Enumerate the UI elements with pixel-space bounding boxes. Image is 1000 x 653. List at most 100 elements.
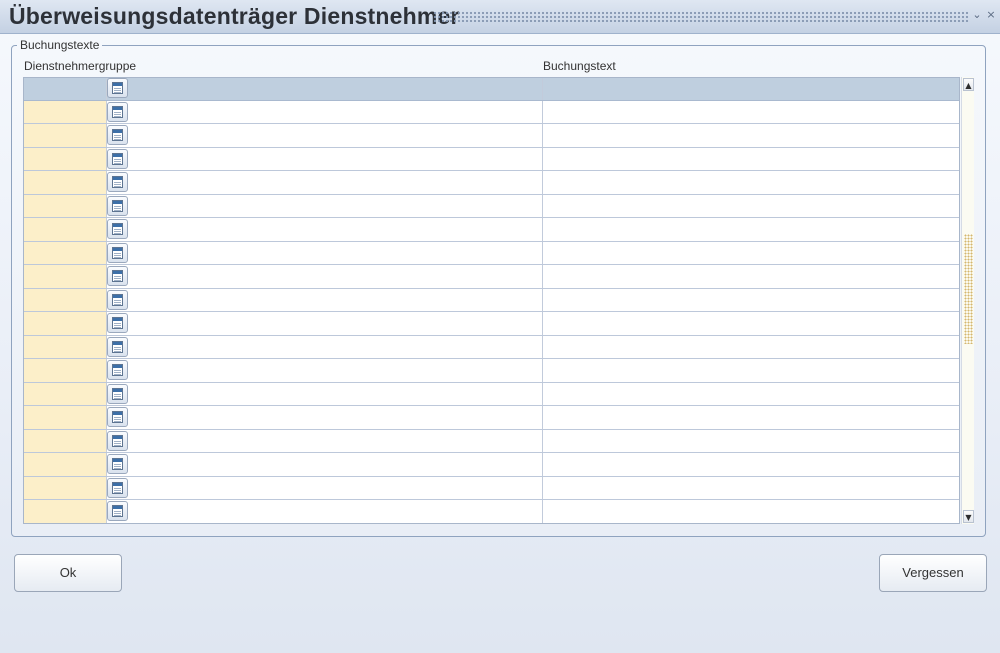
table-row[interactable]	[23, 312, 960, 336]
booking-text-cell[interactable]	[543, 406, 960, 429]
scroll-down-icon[interactable]: ▼	[963, 510, 974, 523]
group-cell[interactable]	[23, 171, 107, 194]
group-description-cell[interactable]	[130, 77, 543, 100]
booking-text-cell[interactable]	[543, 430, 960, 453]
group-cell[interactable]	[23, 288, 107, 311]
group-cell[interactable]	[23, 429, 107, 452]
vergessen-button[interactable]: Vergessen	[879, 554, 987, 592]
group-description-cell[interactable]	[130, 406, 543, 429]
group-cell[interactable]	[23, 359, 107, 382]
title-grip[interactable]	[433, 11, 969, 22]
scroll-up-icon[interactable]: ▲	[963, 78, 974, 91]
booking-text-cell[interactable]	[543, 218, 960, 241]
table-row[interactable]	[23, 265, 960, 289]
group-description-cell[interactable]	[130, 500, 543, 523]
table-row[interactable]	[23, 429, 960, 453]
table-row[interactable]	[23, 171, 960, 195]
list-of-values-button[interactable]	[107, 313, 128, 333]
ok-button[interactable]: Ok	[14, 554, 122, 592]
group-cell[interactable]	[23, 500, 107, 523]
group-cell[interactable]	[23, 335, 107, 358]
list-of-values-button[interactable]	[107, 172, 128, 192]
list-of-values-button[interactable]	[107, 477, 128, 498]
group-cell[interactable]	[23, 77, 107, 100]
vertical-scrollbar[interactable]: ▲ ▼	[961, 77, 974, 524]
minimize-icon[interactable]: ⌄	[972, 9, 982, 21]
group-description-cell[interactable]	[130, 124, 543, 147]
table-row[interactable]	[23, 100, 960, 124]
booking-text-cell[interactable]	[543, 148, 960, 171]
booking-text-cell[interactable]	[543, 312, 960, 335]
list-of-values-button[interactable]	[107, 148, 128, 169]
list-of-values-button[interactable]	[107, 336, 128, 357]
table-row[interactable]	[23, 359, 960, 383]
booking-text-cell[interactable]	[543, 500, 960, 523]
table-row[interactable]	[23, 476, 960, 500]
group-description-cell[interactable]	[130, 288, 543, 311]
table-row[interactable]	[23, 241, 960, 265]
group-description-cell[interactable]	[130, 241, 543, 264]
group-cell[interactable]	[23, 100, 107, 123]
list-of-values-button[interactable]	[107, 101, 128, 122]
table-row[interactable]	[23, 453, 960, 477]
list-of-values-button[interactable]	[107, 242, 128, 263]
group-description-cell[interactable]	[130, 194, 543, 217]
group-description-cell[interactable]	[130, 100, 543, 123]
booking-text-cell[interactable]	[543, 359, 960, 382]
group-cell[interactable]	[23, 453, 107, 476]
group-cell[interactable]	[23, 265, 107, 288]
table-row[interactable]	[23, 335, 960, 359]
booking-text-cell[interactable]	[543, 242, 960, 265]
group-description-cell[interactable]	[130, 359, 543, 382]
list-of-values-button[interactable]	[107, 125, 128, 145]
group-cell[interactable]	[23, 241, 107, 264]
table-row[interactable]	[23, 218, 960, 242]
scrollbar-thumb[interactable]	[964, 234, 973, 344]
list-of-values-button[interactable]	[107, 195, 128, 216]
table-row[interactable]	[23, 194, 960, 218]
table-row[interactable]	[23, 382, 960, 406]
booking-text-cell[interactable]	[543, 77, 960, 100]
table-row[interactable]	[23, 406, 960, 430]
booking-text-cell[interactable]	[543, 336, 960, 359]
list-of-values-button[interactable]	[107, 78, 128, 98]
table-row[interactable]	[23, 77, 960, 101]
list-of-values-button[interactable]	[107, 219, 128, 239]
table-row[interactable]	[23, 147, 960, 171]
group-cell[interactable]	[23, 476, 107, 499]
group-description-cell[interactable]	[130, 171, 543, 194]
table-row[interactable]	[23, 124, 960, 148]
booking-text-cell[interactable]	[543, 453, 960, 476]
group-cell[interactable]	[23, 124, 107, 147]
group-cell[interactable]	[23, 406, 107, 429]
group-description-cell[interactable]	[130, 312, 543, 335]
group-description-cell[interactable]	[130, 335, 543, 358]
group-description-cell[interactable]	[130, 453, 543, 476]
list-of-values-button[interactable]	[107, 501, 128, 521]
list-of-values-button[interactable]	[107, 383, 128, 404]
list-of-values-button[interactable]	[107, 360, 128, 380]
booking-text-cell[interactable]	[543, 171, 960, 194]
booking-text-cell[interactable]	[543, 477, 960, 500]
group-cell[interactable]	[23, 194, 107, 217]
table-row[interactable]	[23, 288, 960, 312]
booking-text-cell[interactable]	[543, 383, 960, 406]
group-description-cell[interactable]	[130, 265, 543, 288]
list-of-values-button[interactable]	[107, 454, 128, 474]
group-description-cell[interactable]	[130, 476, 543, 499]
list-of-values-button[interactable]	[107, 407, 128, 427]
table-row[interactable]	[23, 500, 960, 524]
booking-text-cell[interactable]	[543, 124, 960, 147]
list-of-values-button[interactable]	[107, 289, 128, 310]
booking-text-cell[interactable]	[543, 265, 960, 288]
group-cell[interactable]	[23, 382, 107, 405]
group-description-cell[interactable]	[130, 382, 543, 405]
booking-text-cell[interactable]	[543, 195, 960, 218]
booking-text-cell[interactable]	[543, 101, 960, 124]
group-cell[interactable]	[23, 312, 107, 335]
booking-text-cell[interactable]	[543, 289, 960, 312]
group-description-cell[interactable]	[130, 429, 543, 452]
list-of-values-button[interactable]	[107, 430, 128, 451]
group-description-cell[interactable]	[130, 218, 543, 241]
group-cell[interactable]	[23, 218, 107, 241]
